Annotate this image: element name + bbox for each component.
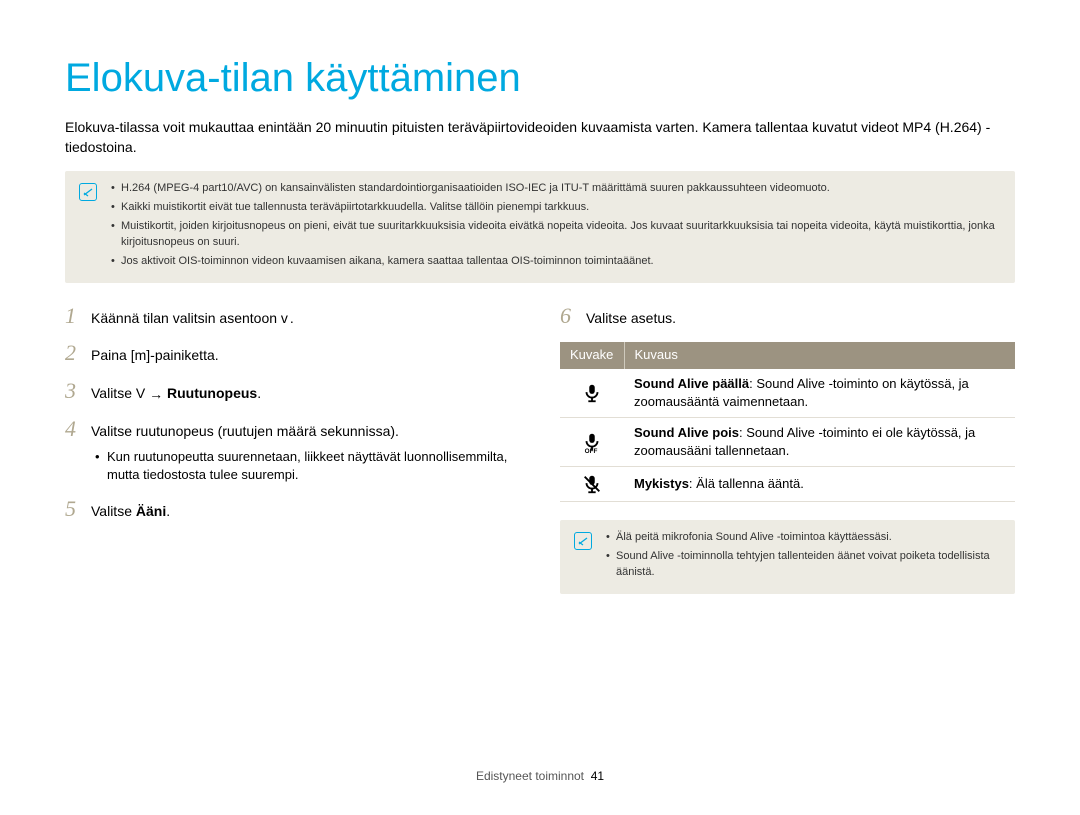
left-column: 1 Käännä tilan valitsin asentoon v. 2 Pa… — [65, 305, 520, 616]
step-number: 6 — [560, 305, 576, 327]
note-box-2: Älä peitä mikrofonia Sound Alive -toimin… — [560, 520, 1015, 594]
table-head-icon: Kuvake — [560, 342, 624, 368]
note-list-2: Älä peitä mikrofonia Sound Alive -toimin… — [606, 530, 1001, 584]
step-number: 5 — [65, 498, 81, 520]
step-2: 2 Paina [m]-painiketta. — [65, 342, 520, 366]
step-text: Valitse V → Ruutunopeus. — [91, 384, 520, 404]
intro-text: Elokuva-tilassa voit mukauttaa enintään … — [65, 118, 1015, 157]
table-row: Mykistys: Älä tallenna ääntä. — [560, 467, 1015, 502]
svg-text:OFF: OFF — [585, 448, 598, 453]
footer-section: Edistyneet toiminnot — [476, 769, 584, 783]
step-6: 6 Valitse asetus. — [560, 305, 1015, 329]
table-row: Sound Alive päällä: Sound Alive -toimint… — [560, 369, 1015, 418]
table-cell-desc: Mykistys: Älä tallenna ääntä. — [624, 467, 1015, 502]
page-footer: Edistyneet toiminnot 41 — [0, 768, 1080, 785]
step-number: 4 — [65, 418, 81, 440]
sound-options-table: Kuvake Kuvaus Sound Alive päällä: Sound … — [560, 342, 1015, 502]
table-head-desc: Kuvaus — [624, 342, 1015, 368]
mic-mute-icon — [560, 467, 624, 502]
video-glyph: V — [136, 385, 145, 401]
note-item: H.264 (MPEG-4 part10/AVC) on kansainväli… — [111, 181, 1001, 197]
step-number: 2 — [65, 342, 81, 364]
note-icon — [79, 183, 97, 201]
step-text: Käännä tilan valitsin asentoon v. — [91, 309, 520, 329]
arrow-right-icon: → — [149, 385, 163, 405]
mic-off-icon: OFF — [560, 418, 624, 467]
step-text: Paina [m]-painiketta. — [91, 346, 520, 366]
note-item: Sound Alive -toiminnolla tehtyjen tallen… — [606, 549, 1001, 581]
page-number: 41 — [591, 769, 604, 783]
table-cell-desc: Sound Alive päällä: Sound Alive -toimint… — [624, 369, 1015, 418]
note-icon — [574, 532, 592, 550]
step-text: Valitse ruutunopeus (ruutujen määrä seku… — [91, 422, 520, 484]
step-text: Valitse Ääni. — [91, 502, 520, 522]
mic-on-icon — [560, 369, 624, 418]
step-sub-bullet: Kun ruutunopeutta suurennetaan, liikkeet… — [91, 448, 520, 484]
table-cell-desc: Sound Alive pois: Sound Alive -toiminto … — [624, 418, 1015, 467]
step-1: 1 Käännä tilan valitsin asentoon v. — [65, 305, 520, 329]
note-item: Muistikortit, joiden kirjoitusnopeus on … — [111, 219, 1001, 251]
note-box-1: H.264 (MPEG-4 part10/AVC) on kansainväli… — [65, 171, 1015, 283]
mode-dial-glyph: v — [281, 310, 290, 326]
menu-button-glyph: m — [135, 347, 147, 363]
note-item: Jos aktivoit OIS-toiminnon videon kuvaam… — [111, 254, 1001, 270]
note-item: Älä peitä mikrofonia Sound Alive -toimin… — [606, 530, 1001, 546]
step-text: Valitse asetus. — [586, 309, 1015, 329]
table-row: OFF Sound Alive pois: Sound Alive -toimi… — [560, 418, 1015, 467]
right-column: 6 Valitse asetus. Kuvake Kuvaus Sound Al… — [560, 305, 1015, 616]
note-list-1: H.264 (MPEG-4 part10/AVC) on kansainväli… — [111, 181, 1001, 273]
step-3: 3 Valitse V → Ruutunopeus. — [65, 380, 520, 404]
step-number: 1 — [65, 305, 81, 327]
step-5: 5 Valitse Ääni. — [65, 498, 520, 522]
page-title: Elokuva-tilan käyttäminen — [65, 50, 1015, 106]
step-number: 3 — [65, 380, 81, 402]
step-4: 4 Valitse ruutunopeus (ruutujen määrä se… — [65, 418, 520, 484]
note-item: Kaikki muistikortit eivät tue tallennust… — [111, 200, 1001, 216]
